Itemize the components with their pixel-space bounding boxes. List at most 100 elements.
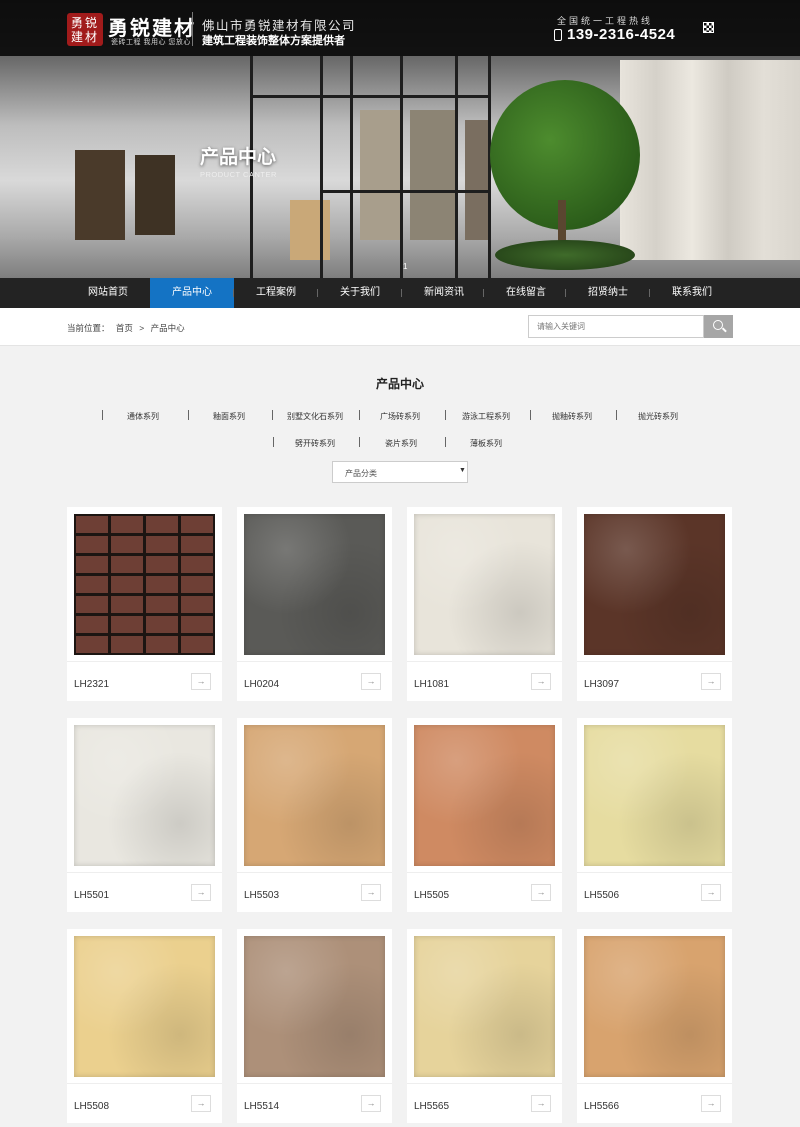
nav-item[interactable]: 新闻资讯 [402, 278, 486, 308]
product-code[interactable]: LH5501 [74, 890, 109, 901]
product-image[interactable] [414, 936, 555, 1077]
product-image[interactable] [584, 514, 725, 655]
product-card[interactable]: LH5501 → [67, 718, 222, 912]
product-code[interactable]: LH5565 [414, 1101, 449, 1112]
arrow-right-icon[interactable]: → [701, 1095, 721, 1112]
product-card[interactable]: LH5565 → [407, 929, 562, 1123]
category-separator [616, 410, 617, 420]
showroom-sample-panel [410, 110, 455, 240]
product-card[interactable]: LH0204 → [237, 507, 392, 701]
card-divider [407, 872, 562, 873]
search-button[interactable] [704, 315, 733, 338]
arrow-right-icon[interactable]: → [361, 884, 381, 901]
nav-item[interactable]: 工程案例 [234, 278, 318, 308]
category-link[interactable]: 游泳工程系列 [462, 411, 510, 422]
product-card[interactable]: LH2321 → [67, 507, 222, 701]
category-link[interactable]: 瓷片系列 [385, 438, 417, 449]
product-code[interactable]: LH5508 [74, 1101, 109, 1112]
product-card[interactable]: LH5506 → [577, 718, 732, 912]
category-link[interactable]: 薄板系列 [470, 438, 502, 449]
brick [181, 596, 213, 613]
category-link[interactable]: 劈开砖系列 [295, 438, 335, 449]
brick [181, 636, 213, 653]
product-image[interactable] [244, 725, 385, 866]
nav-item[interactable]: 产品中心 [150, 278, 234, 308]
nav-item[interactable]: 关于我们 [318, 278, 402, 308]
product-code[interactable]: LH5505 [414, 890, 449, 901]
product-code[interactable]: LH5506 [584, 890, 619, 901]
showroom-sample-panel [290, 200, 330, 260]
banner-subtitle: PRODUCT CANTER [200, 170, 277, 179]
hotline-number: 139-2316-4524 [567, 26, 676, 43]
card-divider [237, 872, 392, 873]
product-code[interactable]: LH0204 [244, 679, 279, 690]
slide-indicator[interactable]: 1 [403, 262, 407, 271]
product-image[interactable] [414, 725, 555, 866]
arrow-right-icon[interactable]: → [191, 673, 211, 690]
nav-separator [483, 289, 484, 297]
search-input[interactable] [528, 315, 704, 338]
category-dropdown[interactable]: 产品分类 ▼ [332, 461, 468, 483]
showroom-frame [455, 56, 458, 278]
product-code[interactable]: LH3097 [584, 679, 619, 690]
nav-item[interactable]: 联系我们 [650, 278, 734, 308]
arrow-right-icon[interactable]: → [701, 673, 721, 690]
showroom-frame [350, 56, 353, 278]
product-card[interactable]: LH5503 → [237, 718, 392, 912]
category-link[interactable]: 釉面系列 [213, 411, 245, 422]
arrow-right-icon[interactable]: → [191, 884, 211, 901]
arrow-right-icon[interactable]: → [531, 1095, 551, 1112]
arrow-right-icon[interactable]: → [701, 884, 721, 901]
card-divider [407, 1083, 562, 1084]
product-image[interactable] [244, 936, 385, 1077]
product-image[interactable] [414, 514, 555, 655]
category-link[interactable]: 抛光砖系列 [638, 411, 678, 422]
product-card[interactable]: LH5505 → [407, 718, 562, 912]
category-separator [359, 410, 360, 420]
breadcrumb-current[interactable]: 产品中心 [151, 323, 185, 333]
card-divider [407, 661, 562, 662]
product-card[interactable]: LH1081 → [407, 507, 562, 701]
category-link[interactable]: 抛釉砖系列 [552, 411, 592, 422]
arrow-right-icon[interactable]: → [191, 1095, 211, 1112]
nav-item[interactable]: 网站首页 [66, 278, 150, 308]
nav-item[interactable]: 招贤纳士 [566, 278, 650, 308]
arrow-right-icon[interactable]: → [531, 884, 551, 901]
category-link[interactable]: 广场砖系列 [380, 411, 420, 422]
qr-code-icon[interactable] [703, 22, 714, 33]
showroom-wall-panel [620, 60, 800, 260]
product-code[interactable]: LH2321 [74, 679, 109, 690]
product-image[interactable] [584, 725, 725, 866]
arrow-right-icon[interactable]: → [361, 673, 381, 690]
logo-slogan: 瓷砖工程 我用心 您放心 [111, 39, 191, 46]
brick [146, 536, 178, 553]
product-image[interactable] [74, 936, 215, 1077]
brick [76, 616, 108, 633]
product-image[interactable] [244, 514, 385, 655]
card-divider [67, 661, 222, 662]
nav-item[interactable]: 在线留言 [484, 278, 568, 308]
nav-separator [317, 289, 318, 297]
product-image[interactable] [74, 725, 215, 866]
product-card[interactable]: LH5508 → [67, 929, 222, 1123]
brick [111, 536, 143, 553]
product-image[interactable] [74, 514, 215, 655]
brick [146, 576, 178, 593]
product-card[interactable]: LH5566 → [577, 929, 732, 1123]
dropdown-label: 产品分类 [345, 469, 377, 478]
product-code[interactable]: LH5503 [244, 890, 279, 901]
breadcrumb-home-link[interactable]: 首页 [116, 323, 133, 333]
product-code[interactable]: LH5514 [244, 1101, 279, 1112]
category-link[interactable]: 通体系列 [127, 411, 159, 422]
arrow-right-icon[interactable]: → [361, 1095, 381, 1112]
product-code[interactable]: LH5566 [584, 1101, 619, 1112]
product-code[interactable]: LH1081 [414, 679, 449, 690]
product-card[interactable]: LH5514 → [237, 929, 392, 1123]
product-card[interactable]: LH3097 → [577, 507, 732, 701]
arrow-right-icon[interactable]: → [531, 673, 551, 690]
category-link[interactable]: 别墅文化石系列 [287, 411, 343, 422]
category-separator [273, 437, 274, 447]
logo-seal[interactable]: 勇锐 建材 [67, 13, 103, 46]
breadcrumb-separator: > [139, 323, 145, 333]
product-image[interactable] [584, 936, 725, 1077]
